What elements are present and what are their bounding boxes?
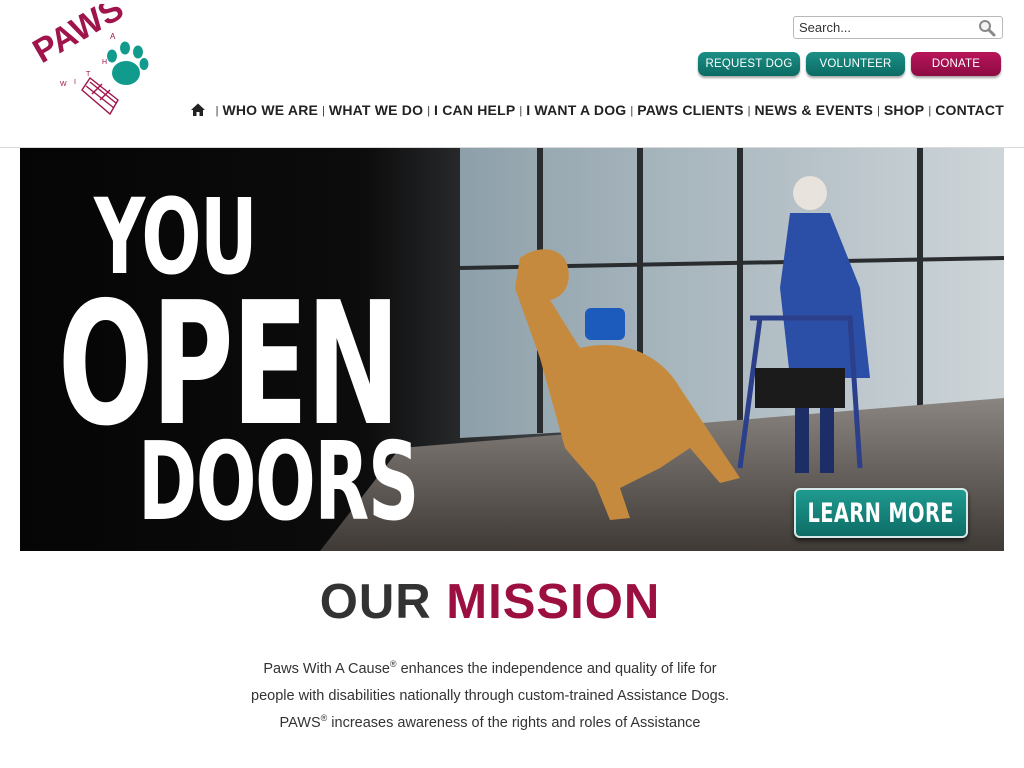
mission-paragraph-2: PAWS® increases awareness of the rights … [240, 710, 740, 737]
volunteer-button[interactable]: VOLUNTEER [806, 52, 905, 76]
nav-separator: | [215, 105, 219, 117]
search-box[interactable] [793, 16, 1003, 39]
mission-statement: Paws With A Cause® enhances the independ… [240, 656, 740, 737]
search-input[interactable] [794, 17, 972, 38]
hero-banner[interactable]: YOU OPEN DOORS LEARN MORE [20, 148, 1004, 551]
svg-text:T: T [86, 71, 91, 78]
mission-section: OUR MISSION [0, 574, 980, 630]
nav-separator: | [519, 105, 523, 117]
svg-text:I: I [74, 79, 76, 86]
nav-contact[interactable]: CONTACT [935, 102, 1004, 118]
mission-title: OUR MISSION [0, 574, 980, 630]
hero-headline-doors: DOORS [138, 420, 419, 545]
learn-more-label: LEARN MORE [807, 497, 955, 529]
mission-title-our: OUR [319, 575, 432, 629]
mission-title-mission: MISSION [446, 575, 661, 629]
search-icon[interactable] [978, 19, 996, 37]
svg-text:H: H [102, 59, 107, 66]
nav-i-want-a-dog[interactable]: I WANT A DOG [526, 102, 626, 118]
learn-more-button[interactable]: LEARN MORE [794, 488, 968, 538]
donate-button[interactable]: DONATE [911, 52, 1001, 76]
cta-buttons: REQUEST DOG VOLUNTEER DONATE [698, 52, 1001, 76]
mission-paragraph-2-text: increases awareness of the rights and ro… [327, 715, 701, 731]
nav-separator: | [928, 105, 932, 117]
nav-separator: | [630, 105, 634, 117]
main-navigation: | WHO WE ARE | WHAT WE DO | I CAN HELP |… [190, 102, 1004, 118]
nav-separator: | [322, 105, 325, 117]
nav-news-events[interactable]: NEWS & EVENTS [754, 102, 873, 118]
home-icon[interactable] [190, 102, 206, 118]
nav-separator: | [877, 105, 880, 117]
nav-i-can-help[interactable]: I CAN HELP [434, 102, 515, 118]
site-header: PAWS A H T I W REQUEST DOG VOLUNTEER [0, 0, 1024, 148]
org-name: Paws With A Cause [263, 661, 390, 677]
svg-text:W: W [60, 81, 67, 88]
registered-mark: ® [389, 659, 397, 669]
nav-who-we-are[interactable]: WHO WE ARE [222, 102, 318, 118]
org-short-name: PAWS [279, 715, 321, 731]
mission-paragraph-1: Paws With A Cause® enhances the independ… [240, 656, 740, 710]
nav-separator: | [747, 105, 751, 117]
nav-what-we-do[interactable]: WHAT WE DO [329, 102, 423, 118]
paws-with-a-cause-logo[interactable]: PAWS A H T I W [30, 4, 152, 122]
nav-shop[interactable]: SHOP [884, 102, 924, 118]
svg-text:A: A [110, 32, 116, 41]
nav-paws-clients[interactable]: PAWS CLIENTS [637, 102, 743, 118]
request-dog-button[interactable]: REQUEST DOG [698, 52, 800, 76]
nav-separator: | [427, 105, 431, 117]
